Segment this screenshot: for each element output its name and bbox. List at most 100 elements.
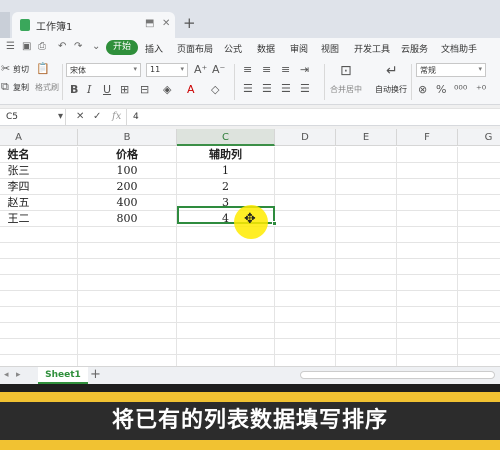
align-middle-icon[interactable]: ≡: [262, 63, 271, 76]
cell-e10[interactable]: [336, 291, 397, 307]
cell-c9[interactable]: [177, 275, 275, 291]
menu-tab-insert[interactable]: 插入: [145, 42, 163, 55]
copy-icon[interactable]: ⧉: [1, 80, 9, 94]
decimal-icon[interactable]: ⁺⁰: [476, 83, 486, 96]
cell-e14[interactable]: [336, 355, 397, 366]
new-tab-button[interactable]: +: [183, 14, 196, 32]
cell-d5[interactable]: [275, 211, 336, 227]
spreadsheet-grid[interactable]: ABCDEFG 姓名 价格 辅助列 张三 100 1 李四 200 2 赵五 400 3 王二 800 4 …: [0, 129, 500, 366]
font-color-icon[interactable]: A: [187, 83, 195, 96]
merge-cells-icon[interactable]: ⊟: [140, 83, 149, 96]
cell-b7[interactable]: [78, 243, 177, 259]
chevron-down-icon[interactable]: ▾: [58, 111, 63, 122]
first-sheet-icon[interactable]: ◂: [4, 370, 9, 380]
cell-d4[interactable]: [275, 195, 336, 211]
cell-g2[interactable]: [458, 163, 500, 179]
cell-f4[interactable]: [397, 195, 458, 211]
align-top-icon[interactable]: ≡: [243, 63, 252, 76]
menu-tab-review[interactable]: 审阅: [290, 42, 308, 55]
column-header-c[interactable]: C: [177, 129, 275, 146]
menu-tab-doc-assistant[interactable]: 文档助手: [441, 42, 477, 55]
save-icon[interactable]: ▣: [22, 41, 31, 52]
menu-tab-page-layout[interactable]: 页面布局: [177, 42, 213, 55]
cell-b2[interactable]: 100: [78, 163, 177, 179]
cut-button[interactable]: 剪切: [13, 64, 29, 75]
cell-f10[interactable]: [397, 291, 458, 307]
cell-f2[interactable]: [397, 163, 458, 179]
menu-tab-developer[interactable]: 开发工具: [354, 42, 390, 55]
menu-tab-cloud[interactable]: 云服务: [401, 42, 428, 55]
cell-f1[interactable]: [397, 147, 458, 163]
undo-icon[interactable]: ↶: [58, 41, 66, 52]
cell-g5[interactable]: [458, 211, 500, 227]
cell-b14[interactable]: [78, 355, 177, 366]
cell-c11[interactable]: [177, 307, 275, 323]
menu-icon[interactable]: ☰: [6, 41, 15, 52]
cell-f14[interactable]: [397, 355, 458, 366]
italic-icon[interactable]: I: [87, 83, 91, 96]
fill-color-icon[interactable]: ◈: [163, 83, 171, 96]
cell-b3[interactable]: 200: [78, 179, 177, 195]
menu-tab-data[interactable]: 数据: [257, 42, 275, 55]
cancel-icon[interactable]: ✕: [76, 111, 84, 122]
cell-g7[interactable]: [458, 243, 500, 259]
redo-icon[interactable]: ↷: [74, 41, 82, 52]
more-chevron-icon[interactable]: ⌄: [92, 41, 100, 52]
align-center-icon[interactable]: ☰: [262, 82, 272, 95]
cell-b5[interactable]: 800: [78, 211, 177, 227]
cell-f6[interactable]: [397, 227, 458, 243]
cell-g13[interactable]: [458, 339, 500, 355]
insert-function-icon[interactable]: fx: [112, 111, 121, 122]
underline-icon[interactable]: U: [103, 83, 111, 96]
cell-a12[interactable]: [0, 323, 78, 339]
font-name-select[interactable]: 宋体 ▾: [66, 63, 141, 77]
column-header-e[interactable]: E: [336, 129, 397, 146]
copy-button[interactable]: 复制: [13, 82, 29, 93]
align-bottom-icon[interactable]: ≡: [281, 63, 290, 76]
cell-e7[interactable]: [336, 243, 397, 259]
cell-a9[interactable]: [0, 275, 78, 291]
add-sheet-button[interactable]: +: [90, 367, 101, 382]
menu-tab-start[interactable]: 开始: [106, 40, 139, 55]
cell-e1[interactable]: [336, 147, 397, 163]
confirm-icon[interactable]: ✓: [93, 111, 101, 122]
cell-d10[interactable]: [275, 291, 336, 307]
format-painter-button[interactable]: 格式刷: [35, 82, 59, 93]
cell-a11[interactable]: [0, 307, 78, 323]
cell-b9[interactable]: [78, 275, 177, 291]
cell-a14[interactable]: [0, 355, 78, 366]
cell-f12[interactable]: [397, 323, 458, 339]
cell-d1[interactable]: [275, 147, 336, 163]
cell-e9[interactable]: [336, 275, 397, 291]
cell-b12[interactable]: [78, 323, 177, 339]
cell-b11[interactable]: [78, 307, 177, 323]
cell-d3[interactable]: [275, 179, 336, 195]
cell-c3[interactable]: 2: [177, 179, 275, 195]
cell-d2[interactable]: [275, 163, 336, 179]
close-tab-icon[interactable]: ✕: [162, 18, 170, 29]
column-header-d[interactable]: D: [275, 129, 336, 146]
cell-a6[interactable]: [0, 227, 78, 243]
number-format-select[interactable]: 常规 ▾: [416, 63, 486, 77]
cell-b6[interactable]: [78, 227, 177, 243]
cut-icon[interactable]: ✂: [1, 62, 10, 75]
cell-d6[interactable]: [275, 227, 336, 243]
cell-g6[interactable]: [458, 227, 500, 243]
currency-icon[interactable]: ⊗: [418, 83, 427, 96]
thousands-icon[interactable]: ⁰⁰⁰: [454, 83, 467, 96]
cell-d8[interactable]: [275, 259, 336, 275]
cell-g1[interactable]: [458, 147, 500, 163]
cell-f13[interactable]: [397, 339, 458, 355]
cell-g12[interactable]: [458, 323, 500, 339]
formula-input[interactable]: 4: [126, 109, 500, 126]
cell-g10[interactable]: [458, 291, 500, 307]
cell-g4[interactable]: [458, 195, 500, 211]
cell-g8[interactable]: [458, 259, 500, 275]
cell-d14[interactable]: [275, 355, 336, 366]
cell-f5[interactable]: [397, 211, 458, 227]
increase-font-icon[interactable]: A⁺: [194, 63, 207, 76]
column-header-a[interactable]: A: [0, 129, 78, 146]
cell-c1[interactable]: 辅助列: [177, 147, 275, 163]
cell-g9[interactable]: [458, 275, 500, 291]
cell-a5[interactable]: 王二: [0, 211, 78, 227]
